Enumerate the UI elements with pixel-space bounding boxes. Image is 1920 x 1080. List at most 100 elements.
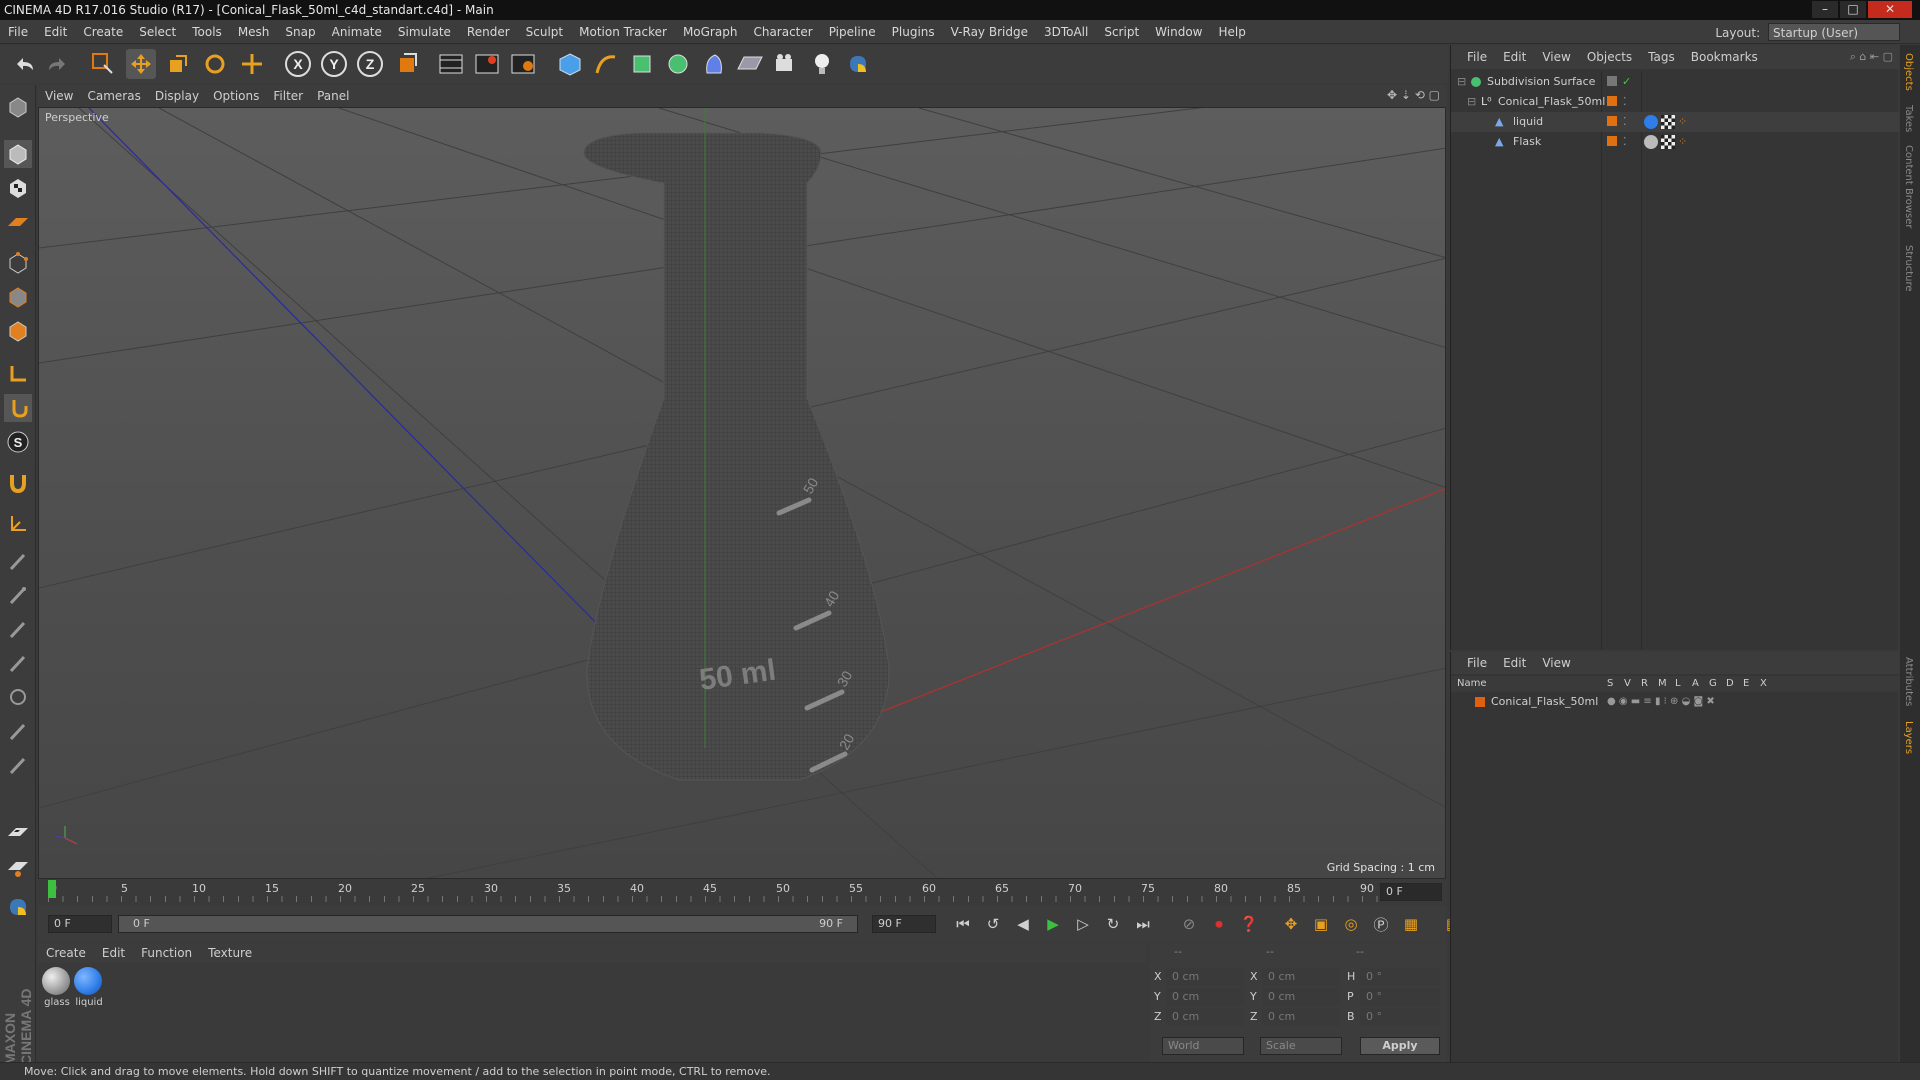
move-tool-icon[interactable]: [126, 49, 156, 79]
size-x-field[interactable]: 0 cm: [1262, 968, 1340, 986]
rotation-b-field[interactable]: 0 °: [1360, 1008, 1440, 1026]
object-menu-tags[interactable]: Tags: [1640, 45, 1683, 69]
viewport-nav-icons[interactable]: ✥ ⇣ ⟲ ▢: [1387, 88, 1440, 102]
y-axis-icon[interactable]: Y: [319, 49, 349, 79]
smooth-icon[interactable]: [4, 649, 32, 677]
object-menu-bookmarks[interactable]: Bookmarks: [1683, 45, 1766, 69]
tab-objects[interactable]: Objects: [1903, 53, 1914, 91]
grab-icon[interactable]: [4, 717, 32, 745]
menu-tools[interactable]: Tools: [184, 20, 230, 44]
visibility-dots-icon[interactable]: ⁚: [1623, 92, 1627, 112]
tab-content-browser[interactable]: Content Browser: [1903, 145, 1914, 228]
start-frame-field[interactable]: 0 F: [48, 915, 112, 933]
texture-tag-icon[interactable]: [1661, 115, 1675, 129]
visibility-dots-icon[interactable]: ⁚: [1623, 132, 1627, 152]
material-liquid[interactable]: liquid: [74, 967, 104, 1008]
menu-vray-bridge[interactable]: V-Ray Bridge: [943, 20, 1036, 44]
object-menu-edit[interactable]: Edit: [1495, 45, 1534, 69]
menu-render[interactable]: Render: [459, 20, 518, 44]
x-axis-icon[interactable]: X: [283, 49, 313, 79]
axis-mode-icon[interactable]: [4, 360, 32, 388]
object-row-subdivision[interactable]: ⊟ Subdivision Surface ✓: [1451, 72, 1899, 92]
model-mode-icon[interactable]: [4, 140, 32, 168]
phong-tag-icon[interactable]: ⁘: [1678, 112, 1687, 132]
object-row-liquid[interactable]: ▲ liquid ⁚ ⁘: [1451, 112, 1899, 132]
cube-primitive-icon[interactable]: [555, 49, 585, 79]
viewport-menu-panel[interactable]: Panel: [310, 85, 356, 107]
undo-icon[interactable]: [10, 49, 40, 79]
transform-tool-icon[interactable]: [237, 49, 267, 79]
layer-toggle-icons[interactable]: ● ◉ ▬ ≡ ▮ ⁝ ⊕ ◒ ◙ ✖: [1607, 693, 1715, 711]
menu-file[interactable]: File: [0, 20, 36, 44]
previous-frame-icon[interactable]: ◀: [1010, 915, 1036, 933]
viewport-menu-filter[interactable]: Filter: [266, 85, 310, 107]
frame-range-slider[interactable]: 0 F 90 F: [118, 915, 858, 933]
timeline-ruler[interactable]: 0 5 10 15 20 25 30 35 40 45 50 55 60 65 …: [38, 880, 1446, 904]
glass-material-tag-icon[interactable]: [1644, 135, 1658, 149]
position-z-field[interactable]: 0 cm: [1166, 1008, 1244, 1026]
key-position-icon[interactable]: ✥: [1278, 915, 1304, 933]
render-settings-icon[interactable]: [508, 49, 538, 79]
menu-mograph[interactable]: MoGraph: [675, 20, 746, 44]
make-editable-icon[interactable]: [4, 93, 32, 121]
render-view-icon[interactable]: [436, 49, 466, 79]
coordinate-system-icon[interactable]: [393, 49, 423, 79]
end-frame-field[interactable]: 90 F: [872, 915, 936, 933]
key-scale-icon[interactable]: ▣: [1308, 915, 1334, 933]
material-glass[interactable]: glass: [42, 967, 72, 1008]
cloner-icon[interactable]: [663, 49, 693, 79]
object-menu-objects[interactable]: Objects: [1579, 45, 1640, 69]
menu-window[interactable]: Window: [1147, 20, 1210, 44]
camera-icon[interactable]: [771, 49, 801, 79]
viewport-menu-options[interactable]: Options: [206, 85, 266, 107]
object-row-flask[interactable]: ▲ Flask ⁚ ⁘: [1451, 132, 1899, 152]
workplane-icon[interactable]: [4, 208, 32, 236]
python-console-icon[interactable]: [4, 893, 32, 921]
live-selection-icon[interactable]: [88, 49, 118, 79]
enabled-check-icon[interactable]: ✓: [1622, 72, 1631, 92]
menu-sculpt[interactable]: Sculpt: [518, 20, 571, 44]
rotate-tool-icon[interactable]: [200, 49, 230, 79]
coordinate-space-select[interactable]: World: [1162, 1037, 1244, 1055]
brush-icon[interactable]: [4, 547, 32, 575]
edges-mode-icon[interactable]: [4, 283, 32, 311]
python-icon[interactable]: [843, 49, 873, 79]
rotation-h-field[interactable]: 0 °: [1360, 968, 1440, 986]
redo-icon[interactable]: [42, 49, 72, 79]
apply-button[interactable]: Apply: [1360, 1037, 1440, 1055]
key-pla-icon[interactable]: ▦: [1398, 915, 1424, 933]
go-to-start-icon[interactable]: ⏮: [950, 915, 976, 933]
menu-create[interactable]: Create: [75, 20, 131, 44]
position-y-field[interactable]: 0 cm: [1166, 988, 1244, 1006]
play-icon[interactable]: ▶: [1040, 915, 1066, 933]
material-menu-create[interactable]: Create: [38, 943, 94, 963]
texture-tag-icon[interactable]: [1661, 135, 1675, 149]
menu-select[interactable]: Select: [131, 20, 184, 44]
subdivision-surface-icon[interactable]: [627, 49, 657, 79]
pinch-icon[interactable]: [4, 751, 32, 779]
object-manager-search-icon[interactable]: ⌕ ⌂ ⇤ ▢: [1850, 45, 1893, 69]
menu-edit[interactable]: Edit: [36, 20, 75, 44]
menu-pipeline[interactable]: Pipeline: [821, 20, 884, 44]
previous-key-icon[interactable]: ↺: [980, 915, 1006, 933]
keyframe-icon[interactable]: ⊘: [1176, 915, 1202, 933]
viewport-perspective[interactable]: 50 40 30 20 50 ml Perspective Grid Spaci…: [38, 107, 1446, 879]
position-x-field[interactable]: 0 cm: [1166, 968, 1244, 986]
size-y-field[interactable]: 0 cm: [1262, 988, 1340, 1006]
viewport-menu-view[interactable]: View: [38, 85, 80, 107]
paint-icon[interactable]: [4, 581, 32, 609]
liquid-material-tag-icon[interactable]: [1644, 115, 1658, 129]
menu-script[interactable]: Script: [1096, 20, 1147, 44]
viewport-menu-cameras[interactable]: Cameras: [80, 85, 147, 107]
next-key-icon[interactable]: ↻: [1100, 915, 1126, 933]
maximize-button[interactable]: □: [1840, 1, 1866, 18]
tab-takes[interactable]: Takes: [1903, 105, 1914, 132]
menu-snap[interactable]: Snap: [277, 20, 323, 44]
inflate-icon[interactable]: [4, 683, 32, 711]
workplane-lock-icon[interactable]: [4, 852, 32, 880]
menu-mesh[interactable]: Mesh: [230, 20, 278, 44]
floor-icon[interactable]: [735, 49, 765, 79]
close-button[interactable]: ✕: [1868, 1, 1912, 18]
phong-tag-icon[interactable]: ⁘: [1678, 132, 1687, 152]
coordinate-mode-select[interactable]: Scale: [1260, 1037, 1342, 1055]
